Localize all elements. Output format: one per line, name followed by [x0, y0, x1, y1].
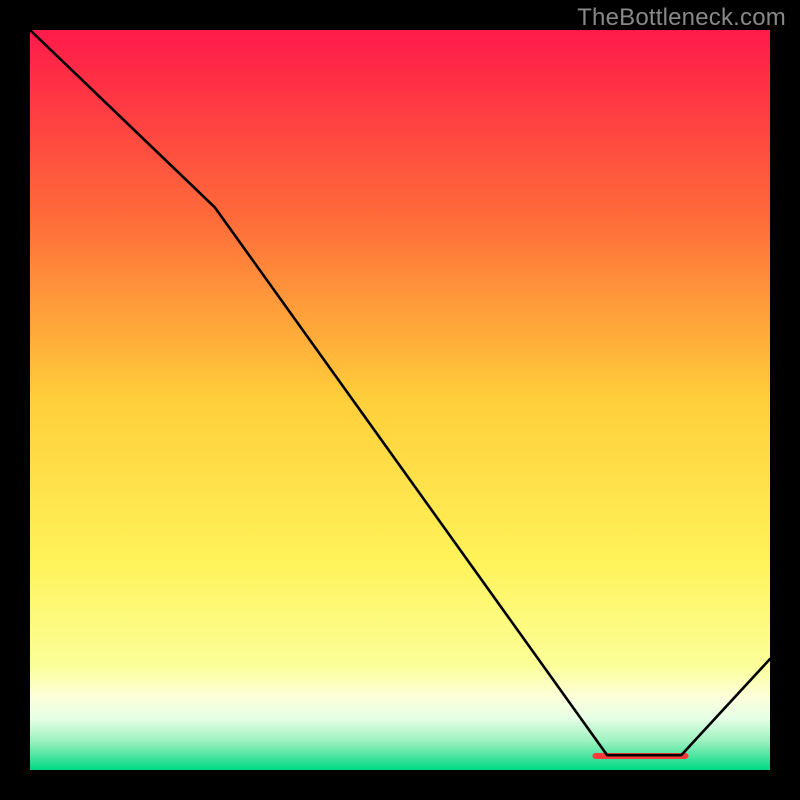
plot-area — [30, 30, 770, 770]
gradient-background — [30, 30, 770, 770]
watermark-text: TheBottleneck.com — [577, 4, 786, 32]
plot-frame — [30, 30, 770, 770]
chart-container: TheBottleneck.com — [0, 0, 800, 800]
